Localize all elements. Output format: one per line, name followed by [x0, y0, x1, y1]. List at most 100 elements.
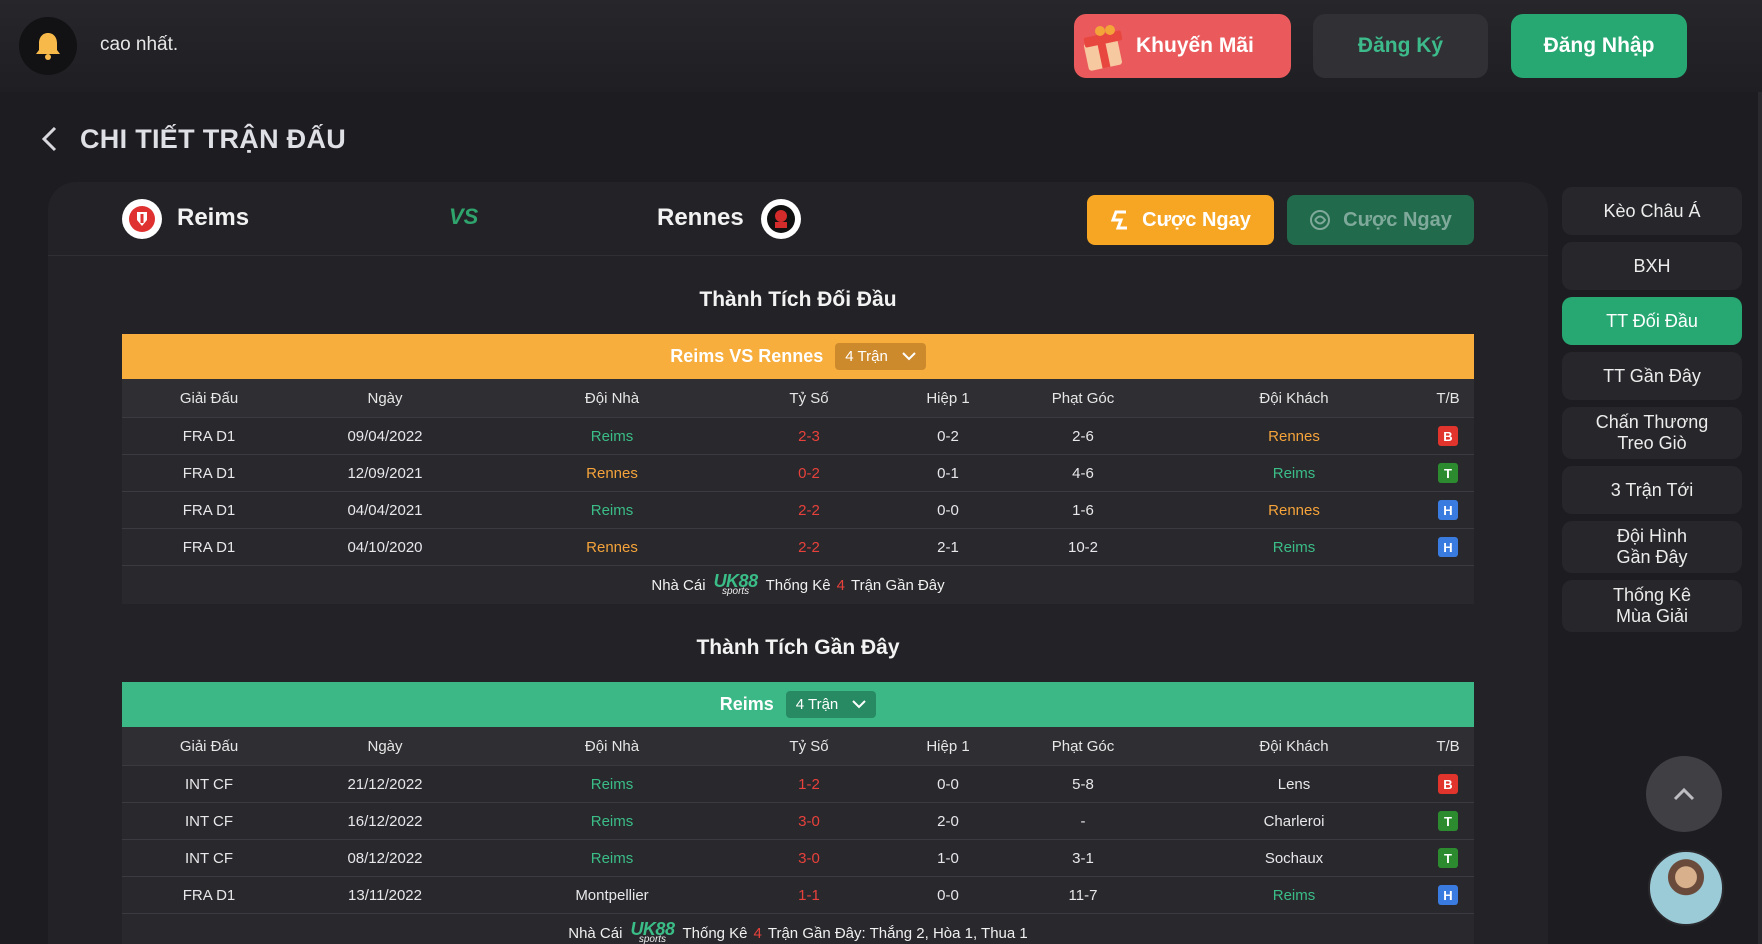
cell-league: INT CF [184, 812, 234, 830]
cell-score: 2-2 [798, 538, 820, 556]
recent-footer-prefix: Nhà Cái [568, 924, 623, 942]
cell-ht: 2-0 [937, 812, 959, 830]
cell-ht: 2-1 [937, 538, 959, 556]
bet-now-button[interactable]: Cược Ngay [1087, 195, 1274, 245]
register-button[interactable]: Đăng Ký [1313, 14, 1488, 78]
column-header: Đội Khách [1259, 737, 1329, 755]
match-detail-panel: Reims VS Rennes Cược Ngay Cược Ngay Thàn… [48, 182, 1548, 944]
recent-footer-suffix: Trận Gần Đây: Thắng 2, Hòa 1, Thua 1 [767, 924, 1028, 942]
cell-league: FRA D1 [182, 886, 236, 904]
cell-date: 12/09/2021 [347, 464, 423, 482]
uk88-logo[interactable]: UK88 sports [630, 920, 675, 944]
column-header: T/B [1436, 737, 1460, 755]
table-row[interactable]: INT CF 16/12/2022 Reims 3-0 2-0 - Charleroi T [122, 803, 1474, 840]
nav-item-3[interactable]: TT Gần Đây [1562, 352, 1742, 400]
cell-result: H [1422, 529, 1474, 565]
cell-away: Sochaux [1264, 849, 1324, 867]
cell-corners: 11-7 [1068, 886, 1098, 904]
column-header: Tỷ Số [789, 737, 829, 755]
cell-league: INT CF [184, 849, 234, 867]
cell-away: Reims [1272, 538, 1316, 556]
promo-button[interactable]: Khuyến Mãi [1074, 14, 1291, 78]
login-button[interactable]: Đăng Nhập [1511, 14, 1687, 78]
column-header: Tỷ Số [789, 389, 829, 407]
cell-home: Reims [590, 775, 634, 793]
cell-ht: 0-0 [937, 886, 959, 904]
recent-count-value: 4 Trận [795, 696, 839, 713]
promo-label: Khuyến Mãi [1136, 34, 1254, 57]
recent-footer-mid: Thống Kê [682, 924, 748, 942]
column-header: Đội Khách [1259, 389, 1329, 407]
table-row[interactable]: FRA D1 13/11/2022 Montpellier 1-1 0-0 11-7 Rei… [122, 877, 1474, 914]
cell-date: 04/04/2021 [347, 501, 423, 519]
result-badge: T [1438, 811, 1458, 831]
result-badge: T [1438, 463, 1458, 483]
table-row[interactable]: FRA D1 04/10/2020 Rennes 2-2 2-1 10-2 Reims H [122, 529, 1474, 566]
cell-ht: 0-1 [937, 464, 959, 482]
chevron-left-icon[interactable] [40, 120, 66, 158]
page-scrollbar[interactable] [1758, 92, 1762, 944]
cell-corners: 4-6 [1072, 464, 1094, 482]
nav-item-2[interactable]: TT Đối Đầu [1562, 297, 1742, 345]
column-header: Phạt Góc [1051, 389, 1115, 407]
cell-home: Reims [590, 501, 634, 519]
h2h-footer-prefix: Nhà Cái [651, 576, 706, 594]
scroll-to-top-button[interactable] [1646, 756, 1722, 832]
page-title: CHI TIẾT TRẬN ĐẤU [80, 123, 347, 154]
nav-item-6[interactable]: Đội Hình Gần Đây [1562, 521, 1742, 573]
cell-result: B [1422, 766, 1474, 802]
cell-ht: 1-0 [937, 849, 959, 867]
home-team-name: Reims [177, 204, 250, 231]
table-row[interactable]: FRA D1 04/04/2021 Reims 2-2 0-0 1-6 Rennes H [122, 492, 1474, 529]
cell-away: Reims [1272, 886, 1316, 904]
cell-result: T [1422, 803, 1474, 839]
table-row[interactable]: FRA D1 12/09/2021 Rennes 0-2 0-1 4-6 Reims T [122, 455, 1474, 492]
result-badge: H [1438, 537, 1458, 557]
avatar[interactable] [1648, 850, 1724, 926]
h2h-footer-count: 4 [836, 576, 845, 594]
recent-table-header: Giải Đấu Ngày Đội Nhà Tỷ Số Hiệp 1 Phạt Góc Độ… [122, 727, 1474, 766]
section-nav: Kèo Châu Á BXH TT Đối Đầu TT Gần Đây Chấn Th… [1562, 187, 1742, 639]
cell-result: H [1422, 877, 1474, 913]
rennes-logo [761, 199, 801, 239]
cell-home: Reims [590, 849, 634, 867]
h2h-footer: Nhà Cái UK88 sports Thống Kê 4 Trận Gần … [122, 566, 1474, 604]
nav-item-4[interactable]: Chấn Thương Treo Giò [1562, 407, 1742, 459]
nav-item-7[interactable]: Thống Kê Mùa Giải [1562, 580, 1742, 632]
bet-icon [1110, 210, 1128, 230]
chevron-down-icon [852, 700, 866, 709]
recent-table: Reims 4 Trận Giải Đấu Ngày Đội Nhà Tỷ Số Hiệ… [122, 682, 1474, 944]
h2h-count-select[interactable]: 4 Trận [835, 343, 926, 370]
result-badge: H [1438, 885, 1458, 905]
table-row[interactable]: INT CF 21/12/2022 Reims 1-2 0-0 5-8 Lens B [122, 766, 1474, 803]
column-header: Hiệp 1 [926, 737, 970, 755]
announcement-text: cao nhất. [100, 34, 179, 55]
h2h-band-label: Reims VS Rennes [670, 346, 824, 366]
recent-count-select[interactable]: 4 Trận [785, 691, 877, 718]
cell-score: 1-2 [798, 775, 820, 793]
cell-date: 16/12/2022 [347, 812, 423, 830]
h2h-table-band: Reims VS Rennes 4 Trận [122, 334, 1474, 379]
nav-item-5[interactable]: 3 Trận Tới [1562, 466, 1742, 514]
table-row[interactable]: INT CF 08/12/2022 Reims 3-0 1-0 3-1 Sochaux T [122, 840, 1474, 877]
nav-item-0[interactable]: Kèo Châu Á [1562, 187, 1742, 235]
result-badge: H [1438, 500, 1458, 520]
chevron-up-icon [1673, 787, 1695, 801]
table-row[interactable]: FRA D1 09/04/2022 Reims 2-3 0-2 2-6 Rennes B [122, 418, 1474, 455]
cell-score: 2-3 [798, 427, 820, 445]
h2h-footer-mid: Thống Kê [765, 576, 831, 594]
cell-home: Rennes [586, 464, 638, 482]
cell-result: T [1422, 455, 1474, 491]
bet-now-alt-button[interactable]: Cược Ngay [1287, 195, 1474, 245]
cell-score: 2-2 [798, 501, 820, 519]
cell-score: 1-1 [798, 886, 820, 904]
bell-icon[interactable] [19, 17, 77, 75]
column-header: Ngày [367, 389, 403, 407]
bet-now-alt-label: Cược Ngay [1343, 208, 1452, 231]
reims-logo [122, 199, 162, 239]
nav-item-1[interactable]: BXH [1562, 242, 1742, 290]
cell-date: 09/04/2022 [347, 427, 423, 445]
cell-corners: 5-8 [1072, 775, 1094, 793]
cell-league: FRA D1 [182, 538, 236, 556]
uk88-logo[interactable]: UK88 sports [714, 572, 759, 597]
